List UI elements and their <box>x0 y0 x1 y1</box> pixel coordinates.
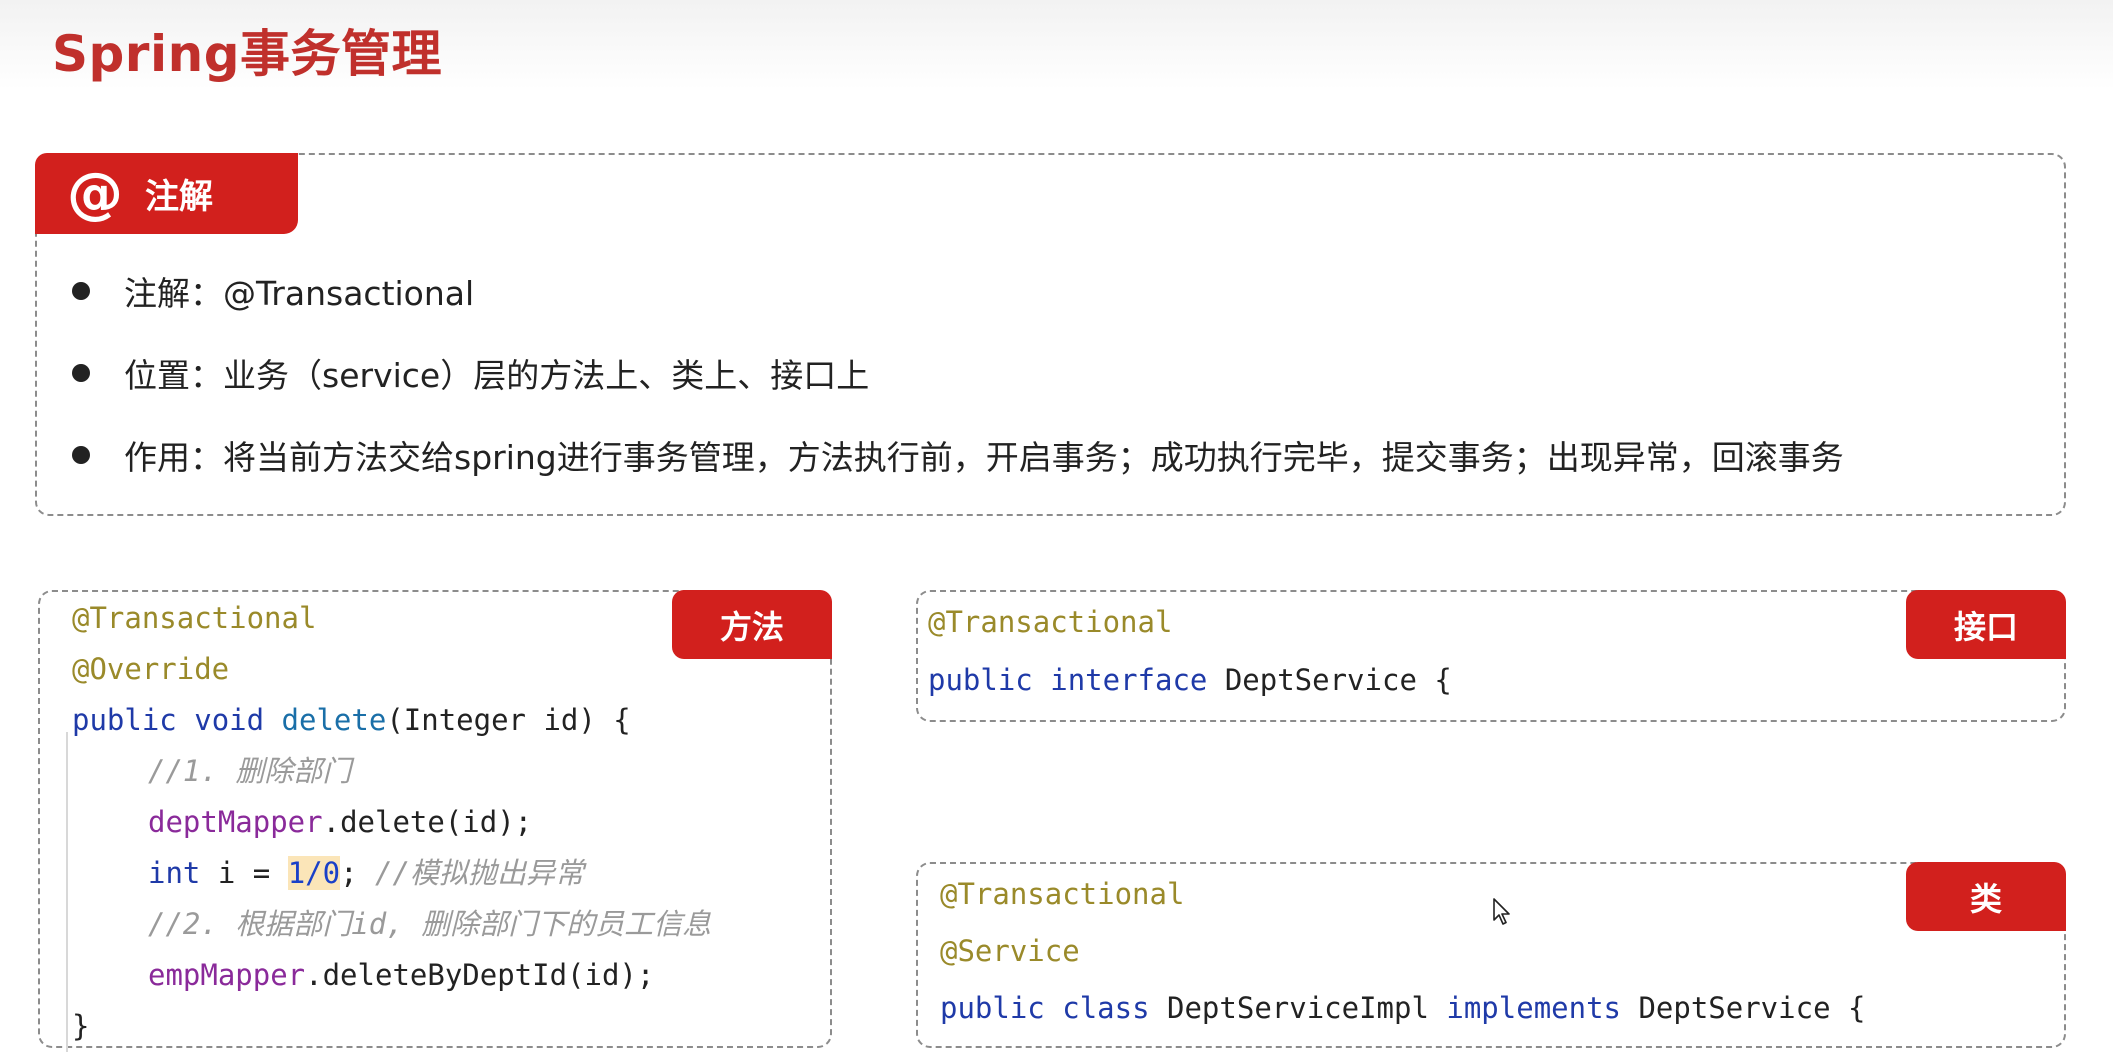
bullet-dot-icon <box>72 364 90 382</box>
code-text: } <box>72 1009 90 1043</box>
code-annotation: @Service <box>940 934 1080 968</box>
bullet-function: 作用：将当前方法交给spring进行事务管理，方法执行前，开启事务；成功执行完毕… <box>72 414 1844 496</box>
annotation-tag-label: 注解 <box>145 177 213 217</box>
method-tag: 方法 <box>672 590 832 659</box>
annotation-bullet-list: 注解：@Transactional 位置：业务（service）层的方法上、类上… <box>72 250 1844 496</box>
code-comment: //模拟抛出异常 <box>375 856 584 890</box>
code-line: //1. 删除部门 <box>148 751 351 791</box>
code-field: deptMapper <box>148 805 323 839</box>
interface-code-example: 接口 @Transactional public interface DeptS… <box>916 590 2066 722</box>
code-keyword: public <box>72 703 177 737</box>
code-annotation: @Override <box>72 652 230 686</box>
code-line: empMapper.deleteByDeptId(id); <box>148 955 654 995</box>
code-line: @Transactional <box>72 598 316 638</box>
code-text: DeptService { <box>1224 663 1452 697</box>
bullet-dot-icon <box>72 446 90 464</box>
code-line: deptMapper.delete(id); <box>148 802 532 842</box>
code-keyword: public <box>928 663 1033 697</box>
code-comment: //1. 删除部门 <box>148 754 352 788</box>
code-keyword: class <box>1062 991 1150 1025</box>
bullet-text: 作用：将当前方法交给spring进行事务管理，方法执行前，开启事务；成功执行完毕… <box>124 438 1844 477</box>
code-text: i = <box>200 856 288 890</box>
code-text: DeptService { <box>1638 991 1866 1025</box>
at-sign-icon: @ <box>67 160 123 226</box>
code-annotation: @Transactional <box>928 605 1173 639</box>
class-tag: 类 <box>1906 862 2066 931</box>
mouse-pointer-icon <box>1493 898 1510 925</box>
code-comment: //2. 根据部门id, 删除部门下的员工信息 <box>148 907 712 941</box>
code-text: .deleteByDeptId(id); <box>305 958 655 992</box>
indent-guide <box>66 732 68 1052</box>
code-line: public interface DeptService { <box>928 660 1452 700</box>
code-line: } <box>72 1006 89 1046</box>
code-line: int i = 1/0; //模拟抛出异常 <box>148 853 584 893</box>
code-keyword: public <box>940 991 1045 1025</box>
annotation-tag: @ 注解 <box>35 153 298 234</box>
code-line: @Transactional <box>940 874 1184 914</box>
code-class-name: DeptServiceImpl <box>1167 991 1429 1025</box>
code-keyword: implements <box>1446 991 1621 1025</box>
code-text: ; <box>340 856 358 890</box>
bullet-dot-icon <box>72 282 90 300</box>
code-annotation: @Transactional <box>940 877 1185 911</box>
code-field: empMapper <box>148 958 306 992</box>
code-number-highlight: 1/0 <box>287 856 341 890</box>
method-code-example: 方法 @Transactional @Override public void … <box>38 590 832 1052</box>
class-code-example: 类 @Transactional @Service public class D… <box>916 862 2066 1048</box>
code-line: public class DeptServiceImpl implements … <box>940 988 1865 1028</box>
code-line: @Service <box>940 931 1080 971</box>
code-line: @Override <box>72 649 229 689</box>
annotation-panel: @ 注解 注解：@Transactional 位置：业务（service）层的方… <box>35 153 2066 516</box>
page-title: Spring事务管理 <box>52 25 442 83</box>
code-annotation: @Transactional <box>72 601 317 635</box>
interface-tag: 接口 <box>1906 590 2066 659</box>
bullet-text: 注解：@Transactional <box>124 274 475 313</box>
bullet-text: 位置：业务（service）层的方法上、类上、接口上 <box>124 356 870 395</box>
bullet-position: 位置：业务（service）层的方法上、类上、接口上 <box>72 332 1844 414</box>
code-keyword: int <box>148 856 201 890</box>
code-line: @Transactional <box>928 602 1172 642</box>
bullet-annotation: 注解：@Transactional <box>72 250 1844 332</box>
code-text: (Integer id) { <box>386 703 631 737</box>
code-keyword: interface <box>1050 663 1208 697</box>
code-method-name: delete <box>281 703 387 737</box>
code-keyword: void <box>194 703 265 737</box>
code-line: //2. 根据部门id, 删除部门下的员工信息 <box>148 904 711 944</box>
code-line: public void delete(Integer id) { <box>72 700 631 740</box>
code-text: .delete(id); <box>322 805 533 839</box>
